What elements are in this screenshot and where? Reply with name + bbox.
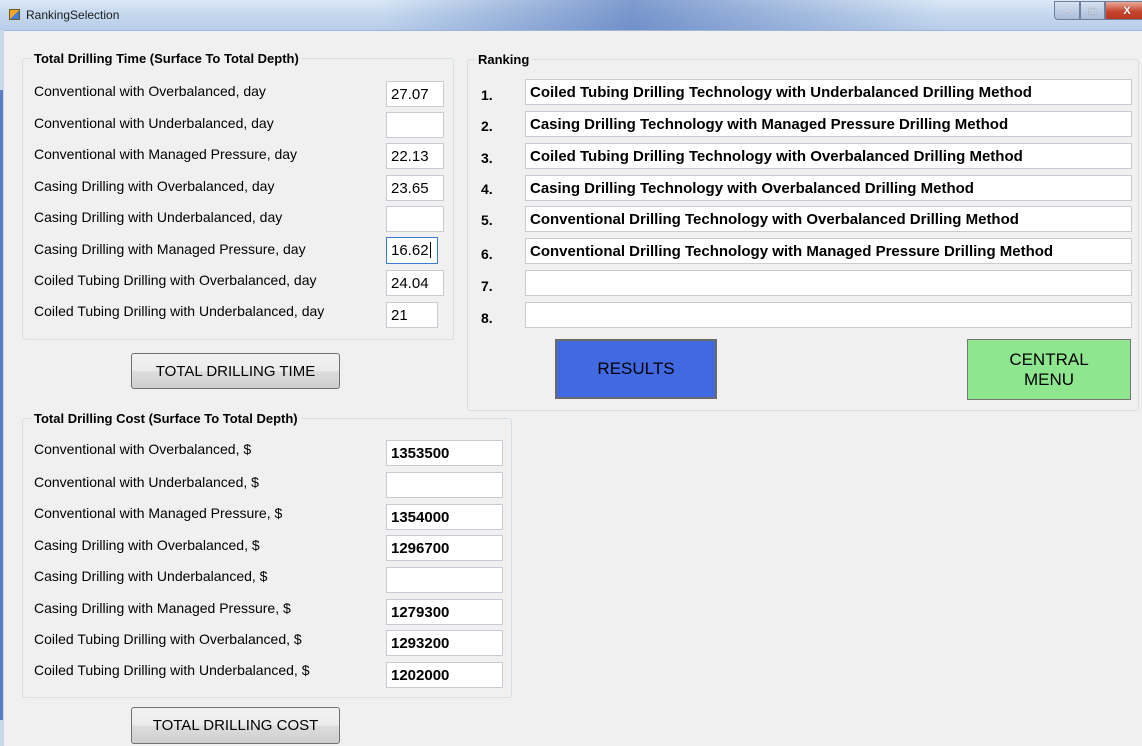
time-input-conventional-underbalanced[interactable] <box>386 112 444 138</box>
cost-label-coiled-underbalanced: Coiled Tubing Drilling with Underbalance… <box>34 662 310 678</box>
cost-label-casing-overbalanced: Casing Drilling with Overbalanced, $ <box>34 537 260 553</box>
cost-input-coiled-underbalanced[interactable]: 1202000 <box>386 662 503 688</box>
close-button[interactable]: X <box>1105 1 1142 20</box>
cost-input-casing-overbalanced[interactable]: 1296700 <box>386 535 503 561</box>
time-label-coiled-underbalanced: Coiled Tubing Drilling with Underbalance… <box>34 303 325 319</box>
time-label-casing-overbalanced: Casing Drilling with Overbalanced, day <box>34 178 275 194</box>
rank-field-6[interactable]: Conventional Drilling Technology with Ma… <box>525 238 1132 264</box>
central-menu-label-line1: CENTRAL <box>1009 349 1089 369</box>
rank-number-1: 1. <box>481 87 493 103</box>
minimize-button[interactable]: – <box>1054 1 1080 20</box>
time-label-casing-underbalanced: Casing Drilling with Underbalanced, day <box>34 209 283 225</box>
drilling-cost-group-title: Total Drilling Cost (Surface To Total De… <box>31 411 301 426</box>
central-menu-label-line2: MENU <box>1023 369 1075 389</box>
rank-field-7[interactable] <box>525 270 1132 296</box>
title-bar-glow <box>380 0 940 30</box>
maximize-icon: □ <box>1089 4 1096 17</box>
total-drilling-cost-button[interactable]: TOTAL DRILLING COST <box>131 707 340 744</box>
cost-label-conventional-underbalanced: Conventional with Underbalanced, $ <box>34 474 259 490</box>
time-label-casing-managed-pressure: Casing Drilling with Managed Pressure, d… <box>34 241 306 257</box>
cost-label-casing-managed-pressure: Casing Drilling with Managed Pressure, $ <box>34 600 291 616</box>
maximize-button[interactable]: □ <box>1080 1 1105 20</box>
window-controls: – □ X <box>1054 1 1142 21</box>
title-bar[interactable]: RankingSelection – □ X <box>0 0 1142 31</box>
rank-number-5: 5. <box>481 212 493 228</box>
time-input-casing-overbalanced[interactable]: 23.65 <box>386 175 444 201</box>
time-label-conventional-overbalanced: Conventional with Overbalanced, day <box>34 83 266 99</box>
drilling-time-group-title: Total Drilling Time (Surface To Total De… <box>31 51 302 66</box>
rank-field-4[interactable]: Casing Drilling Technology with Overbala… <box>525 175 1132 201</box>
central-menu-button[interactable]: CENTRAL MENU <box>967 339 1131 400</box>
rank-number-3: 3. <box>481 150 493 166</box>
time-label-conventional-managed-pressure: Conventional with Managed Pressure, day <box>34 146 298 162</box>
rank-field-2[interactable]: Casing Drilling Technology with Managed … <box>525 111 1132 137</box>
time-input-conventional-overbalanced[interactable]: 27.07 <box>386 81 444 107</box>
rank-number-6: 6. <box>481 246 493 262</box>
time-input-casing-managed-pressure[interactable]: 16.62 <box>386 237 438 264</box>
window-left-edge <box>0 30 4 746</box>
close-icon: X <box>1123 4 1131 17</box>
cost-input-casing-managed-pressure[interactable]: 1279300 <box>386 599 503 625</box>
rank-field-8[interactable] <box>525 302 1132 328</box>
window-title: RankingSelection <box>26 8 120 22</box>
cost-input-casing-underbalanced[interactable] <box>386 567 503 593</box>
cost-input-coiled-overbalanced[interactable]: 1293200 <box>386 630 503 656</box>
cost-input-conventional-underbalanced[interactable] <box>386 472 503 498</box>
total-drilling-time-button[interactable]: TOTAL DRILLING TIME <box>131 353 340 389</box>
window-edge-accent <box>0 90 3 720</box>
ranking-group-title: Ranking <box>475 52 533 67</box>
cost-label-casing-underbalanced: Casing Drilling with Underbalanced, $ <box>34 568 268 584</box>
rank-field-3[interactable]: Coiled Tubing Drilling Technology with O… <box>525 143 1132 169</box>
time-input-coiled-overbalanced[interactable]: 24.04 <box>386 270 444 296</box>
minimize-icon: – <box>1063 4 1071 17</box>
app-icon <box>9 9 20 20</box>
cost-input-conventional-overbalanced[interactable]: 1353500 <box>386 440 503 466</box>
cost-label-coiled-overbalanced: Coiled Tubing Drilling with Overbalanced… <box>34 631 302 647</box>
time-input-coiled-underbalanced[interactable]: 21 <box>386 302 438 328</box>
cost-input-conventional-managed-pressure[interactable]: 1354000 <box>386 504 503 530</box>
time-label-coiled-overbalanced: Coiled Tubing Drilling with Overbalanced… <box>34 272 317 288</box>
time-input-conventional-managed-pressure[interactable]: 22.13 <box>386 143 444 169</box>
time-label-conventional-underbalanced: Conventional with Underbalanced, day <box>34 115 274 131</box>
cost-label-conventional-overbalanced: Conventional with Overbalanced, $ <box>34 441 252 457</box>
rank-number-8: 8. <box>481 310 493 326</box>
time-input-casing-underbalanced[interactable] <box>386 206 444 232</box>
rank-field-5[interactable]: Conventional Drilling Technology with Ov… <box>525 206 1132 232</box>
rank-field-1[interactable]: Coiled Tubing Drilling Technology with U… <box>525 79 1132 105</box>
results-button[interactable]: RESULTS <box>555 339 717 399</box>
rank-number-2: 2. <box>481 118 493 134</box>
cost-label-conventional-managed-pressure: Conventional with Managed Pressure, $ <box>34 505 283 521</box>
rank-number-4: 4. <box>481 181 493 197</box>
rank-number-7: 7. <box>481 278 493 294</box>
